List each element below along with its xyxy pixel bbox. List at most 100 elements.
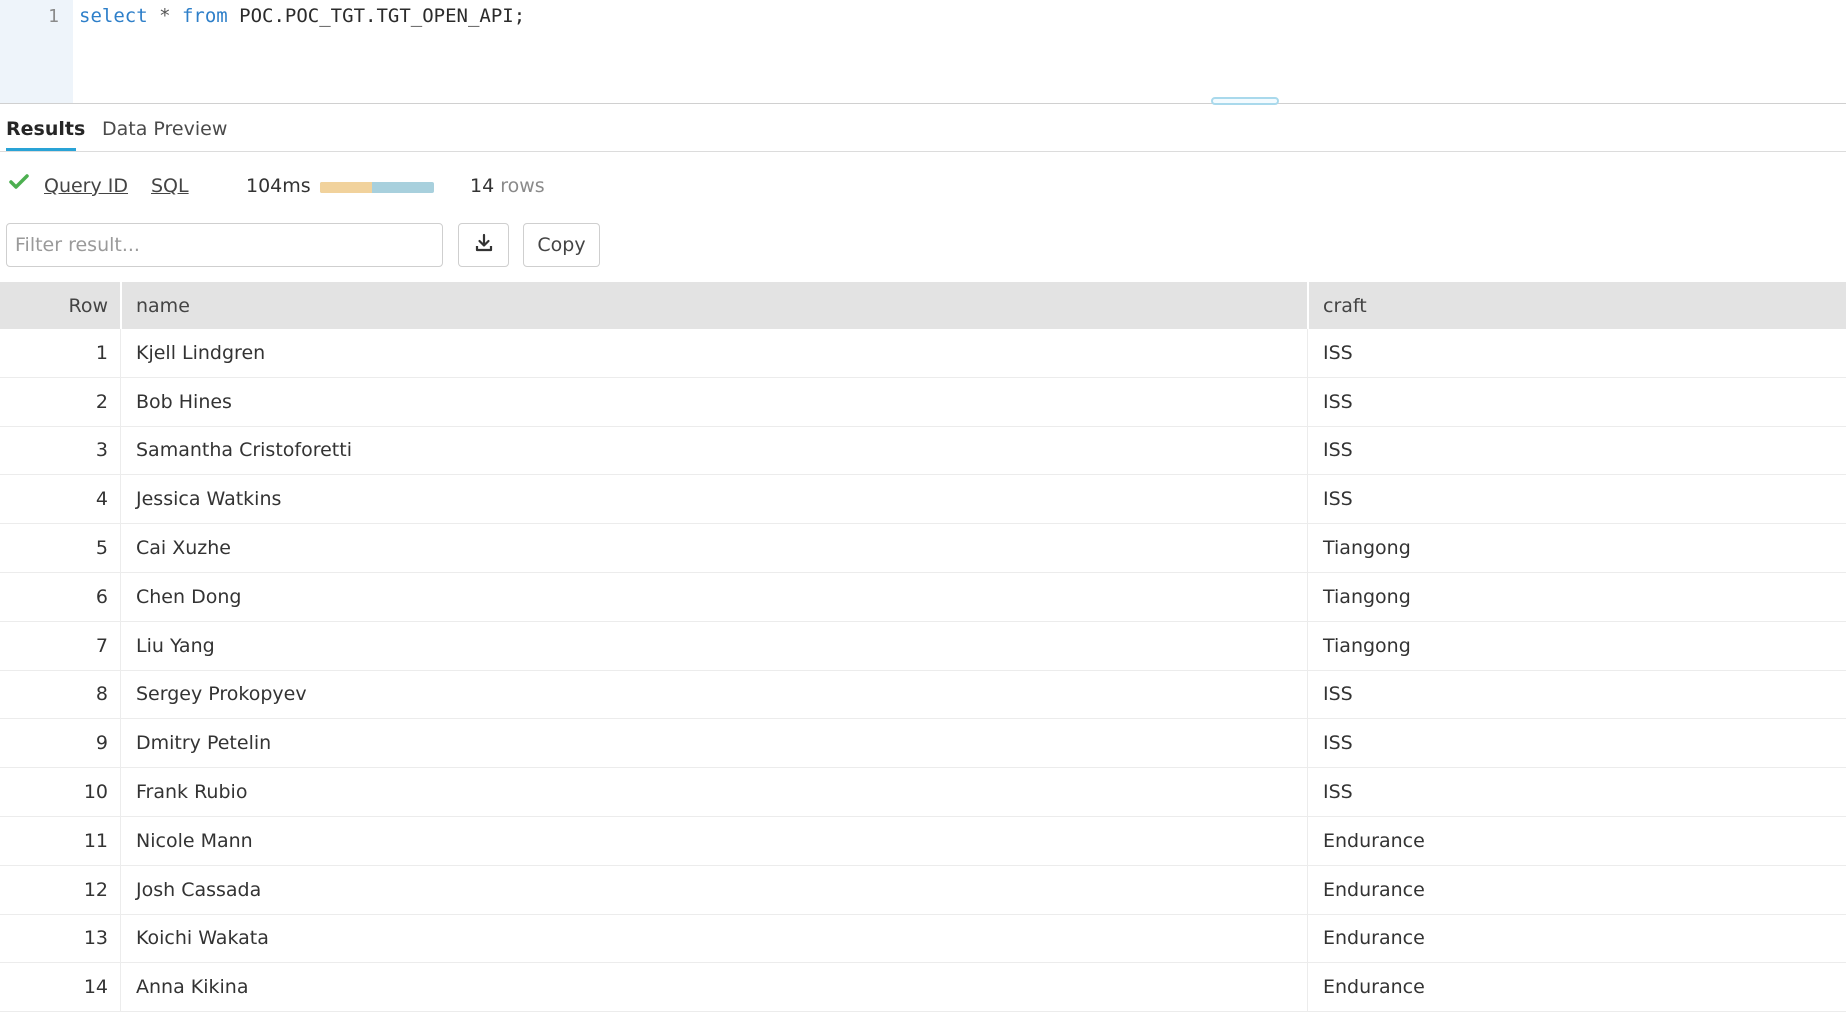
row-number-cell[interactable]: 9: [0, 719, 108, 767]
cell-divider: [1307, 426, 1308, 475]
row-count-unit: rows: [500, 175, 545, 197]
name-cell[interactable]: Chen Dong: [136, 573, 241, 621]
craft-cell[interactable]: Endurance: [1323, 963, 1425, 1011]
name-cell[interactable]: Frank Rubio: [136, 768, 247, 816]
craft-cell[interactable]: Tiangong: [1323, 524, 1411, 572]
craft-cell[interactable]: Tiangong: [1323, 622, 1411, 670]
query-id-link[interactable]: Query ID: [44, 175, 128, 197]
keyword-from: from: [181, 5, 228, 27]
cell-divider: [1307, 524, 1308, 572]
table-header: Row name craft: [0, 282, 1846, 329]
craft-cell[interactable]: ISS: [1323, 329, 1353, 377]
table-row[interactable]: 6 Chen Dong Tiangong: [0, 572, 1846, 622]
name-cell[interactable]: Koichi Wakata: [136, 915, 269, 963]
row-number-cell[interactable]: 5: [0, 524, 108, 572]
cell-divider: [1307, 621, 1308, 670]
name-cell[interactable]: Bob Hines: [136, 378, 232, 426]
tab-results[interactable]: Results: [6, 118, 85, 140]
name-cell[interactable]: Nicole Mann: [136, 817, 253, 865]
craft-cell[interactable]: ISS: [1323, 378, 1353, 426]
table-row[interactable]: 14 Anna Kikina Endurance: [0, 963, 1846, 1013]
cell-divider: [1307, 865, 1308, 914]
row-count-value: 14: [470, 175, 495, 197]
craft-cell[interactable]: ISS: [1323, 671, 1353, 719]
craft-cell[interactable]: ISS: [1323, 719, 1353, 767]
active-tab-indicator: [6, 148, 76, 151]
row-number-cell[interactable]: 14: [0, 963, 108, 1011]
line-gutter: 1: [0, 0, 73, 103]
table-row[interactable]: 13 Koichi Wakata Endurance: [0, 914, 1846, 964]
sql-code-line[interactable]: select * from POC.POC_TGT.TGT_OPEN_API;: [79, 5, 525, 27]
cell-divider: [1307, 670, 1308, 719]
name-cell[interactable]: Samantha Cristoforetti: [136, 427, 352, 475]
row-number-cell[interactable]: 13: [0, 915, 108, 963]
craft-cell[interactable]: ISS: [1323, 427, 1353, 475]
table-row[interactable]: 8 Sergey Prokopyev ISS: [0, 670, 1846, 720]
name-cell[interactable]: Anna Kikina: [136, 963, 248, 1011]
cell-divider: [1307, 572, 1308, 621]
cell-divider: [120, 426, 121, 475]
table-row[interactable]: 5 Cai Xuzhe Tiangong: [0, 524, 1846, 573]
row-number-cell[interactable]: 8: [0, 671, 108, 719]
table-row[interactable]: 4 Jessica Watkins ISS: [0, 475, 1846, 525]
column-header-name[interactable]: name: [136, 282, 190, 329]
name-cell[interactable]: Dmitry Petelin: [136, 719, 271, 767]
cell-divider: [1307, 329, 1308, 377]
name-cell[interactable]: Cai Xuzhe: [136, 524, 231, 572]
download-icon: [473, 232, 495, 259]
table-row[interactable]: 11 Nicole Mann Endurance: [0, 816, 1846, 866]
row-number-cell[interactable]: 6: [0, 573, 108, 621]
row-number-cell[interactable]: 2: [0, 378, 108, 426]
column-divider[interactable]: [120, 282, 122, 329]
tab-data-preview[interactable]: Data Preview: [102, 118, 227, 140]
name-cell[interactable]: Kjell Lindgren: [136, 329, 265, 377]
craft-cell[interactable]: ISS: [1323, 768, 1353, 816]
row-count: 14 rows: [470, 175, 545, 197]
copy-button[interactable]: Copy: [523, 223, 600, 267]
table-row[interactable]: 12 Josh Cassada Endurance: [0, 865, 1846, 915]
craft-cell[interactable]: Endurance: [1323, 915, 1425, 963]
line-number: 1: [48, 6, 59, 27]
column-header-row[interactable]: Row: [0, 282, 108, 329]
cell-divider: [120, 768, 121, 816]
name-cell[interactable]: Josh Cassada: [136, 866, 261, 914]
cell-divider: [120, 865, 121, 914]
cell-divider: [120, 816, 121, 865]
row-number-cell[interactable]: 4: [0, 475, 108, 523]
sql-link[interactable]: SQL: [151, 175, 189, 197]
craft-cell[interactable]: ISS: [1323, 475, 1353, 523]
results-table: Row name craft 1 Kjell Lindgren ISS 2 Bob Hi…: [0, 282, 1846, 1013]
cell-divider: [120, 914, 121, 963]
table-row[interactable]: 3 Samantha Cristoforetti ISS: [0, 426, 1846, 476]
row-number-cell[interactable]: 11: [0, 817, 108, 865]
column-divider[interactable]: [1307, 282, 1309, 329]
row-number-cell[interactable]: 7: [0, 622, 108, 670]
table-row[interactable]: 9 Dmitry Petelin ISS: [0, 719, 1846, 769]
row-number-cell[interactable]: 12: [0, 866, 108, 914]
table-row[interactable]: 2 Bob Hines ISS: [0, 377, 1846, 427]
craft-cell[interactable]: Endurance: [1323, 817, 1425, 865]
cell-divider: [1307, 475, 1308, 524]
cell-divider: [120, 670, 121, 719]
table-row[interactable]: 10 Frank Rubio ISS: [0, 768, 1846, 817]
name-cell[interactable]: Jessica Watkins: [136, 475, 281, 523]
row-number-cell[interactable]: 1: [0, 329, 108, 377]
cell-divider: [120, 329, 121, 377]
cell-divider: [120, 963, 121, 1012]
craft-cell[interactable]: Endurance: [1323, 866, 1425, 914]
timing-bar-compile-segment: [320, 182, 373, 193]
cell-divider: [1307, 914, 1308, 963]
download-button[interactable]: [458, 223, 509, 267]
table-row[interactable]: 7 Liu Yang Tiangong: [0, 621, 1846, 671]
table-identifier: POC.POC_TGT.TGT_OPEN_API;: [227, 5, 526, 27]
row-number-cell[interactable]: 3: [0, 427, 108, 475]
filter-result-input[interactable]: [6, 223, 443, 267]
craft-cell[interactable]: Tiangong: [1323, 573, 1411, 621]
table-row[interactable]: 1 Kjell Lindgren ISS: [0, 329, 1846, 378]
sql-editor[interactable]: 1 select * from POC.POC_TGT.TGT_OPEN_API…: [0, 0, 1846, 105]
row-number-cell[interactable]: 10: [0, 768, 108, 816]
name-cell[interactable]: Liu Yang: [136, 622, 215, 670]
name-cell[interactable]: Sergey Prokopyev: [136, 671, 307, 719]
query-duration: 104ms: [246, 175, 311, 197]
column-header-craft[interactable]: craft: [1323, 282, 1367, 329]
